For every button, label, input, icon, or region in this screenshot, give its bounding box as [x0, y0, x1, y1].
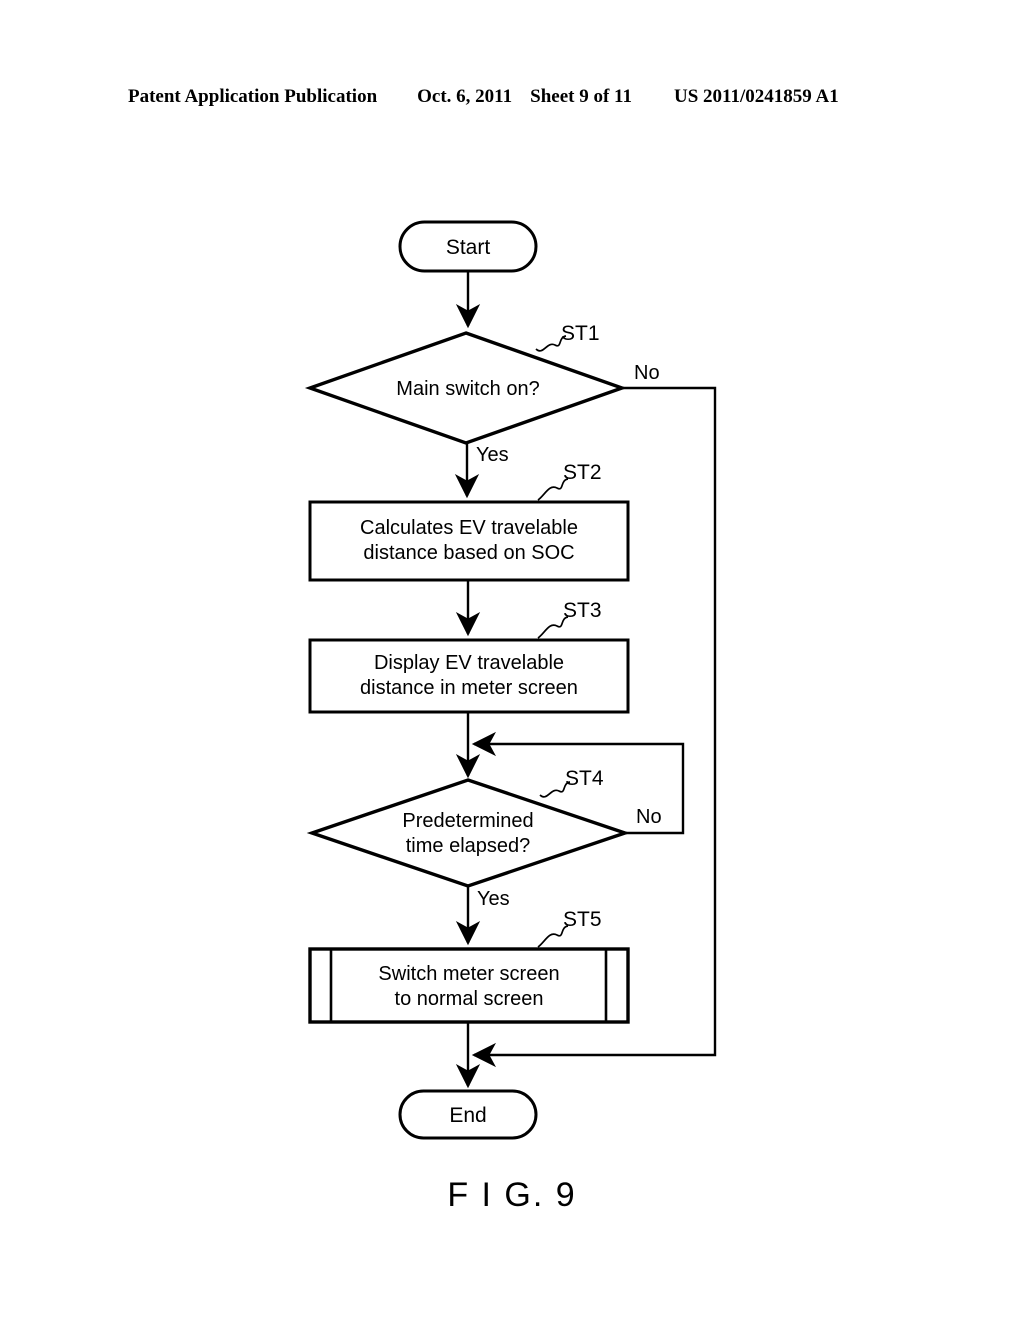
patent-drawing-page: Patent Application Publication Oct. 6, 2…	[0, 0, 1024, 1320]
st2-process-shape	[308, 500, 630, 582]
st4-no-edge-label: No	[636, 806, 662, 828]
st1-decision-shape	[304, 331, 628, 445]
st5-step-tag: ST5	[563, 908, 602, 931]
st1-yes-edge-label: Yes	[476, 444, 509, 466]
st4-decision-shape	[306, 778, 631, 888]
st3-step-tag: ST3	[563, 599, 602, 622]
st3-process-shape	[308, 638, 630, 714]
st1-no-edge-label: No	[634, 362, 660, 384]
st4-step-tag: ST4	[565, 767, 604, 790]
figure-caption: F I G. 9	[447, 1176, 577, 1214]
flowchart-graphics	[304, 220, 717, 1140]
st1-step-tag: ST1	[561, 322, 600, 345]
st4-yes-edge-label: Yes	[477, 888, 510, 910]
end-node-shape	[398, 1089, 538, 1140]
st2-step-tag: ST2	[563, 461, 602, 484]
st5-predefined-process-shape	[308, 947, 630, 1024]
start-node-shape	[398, 220, 538, 273]
